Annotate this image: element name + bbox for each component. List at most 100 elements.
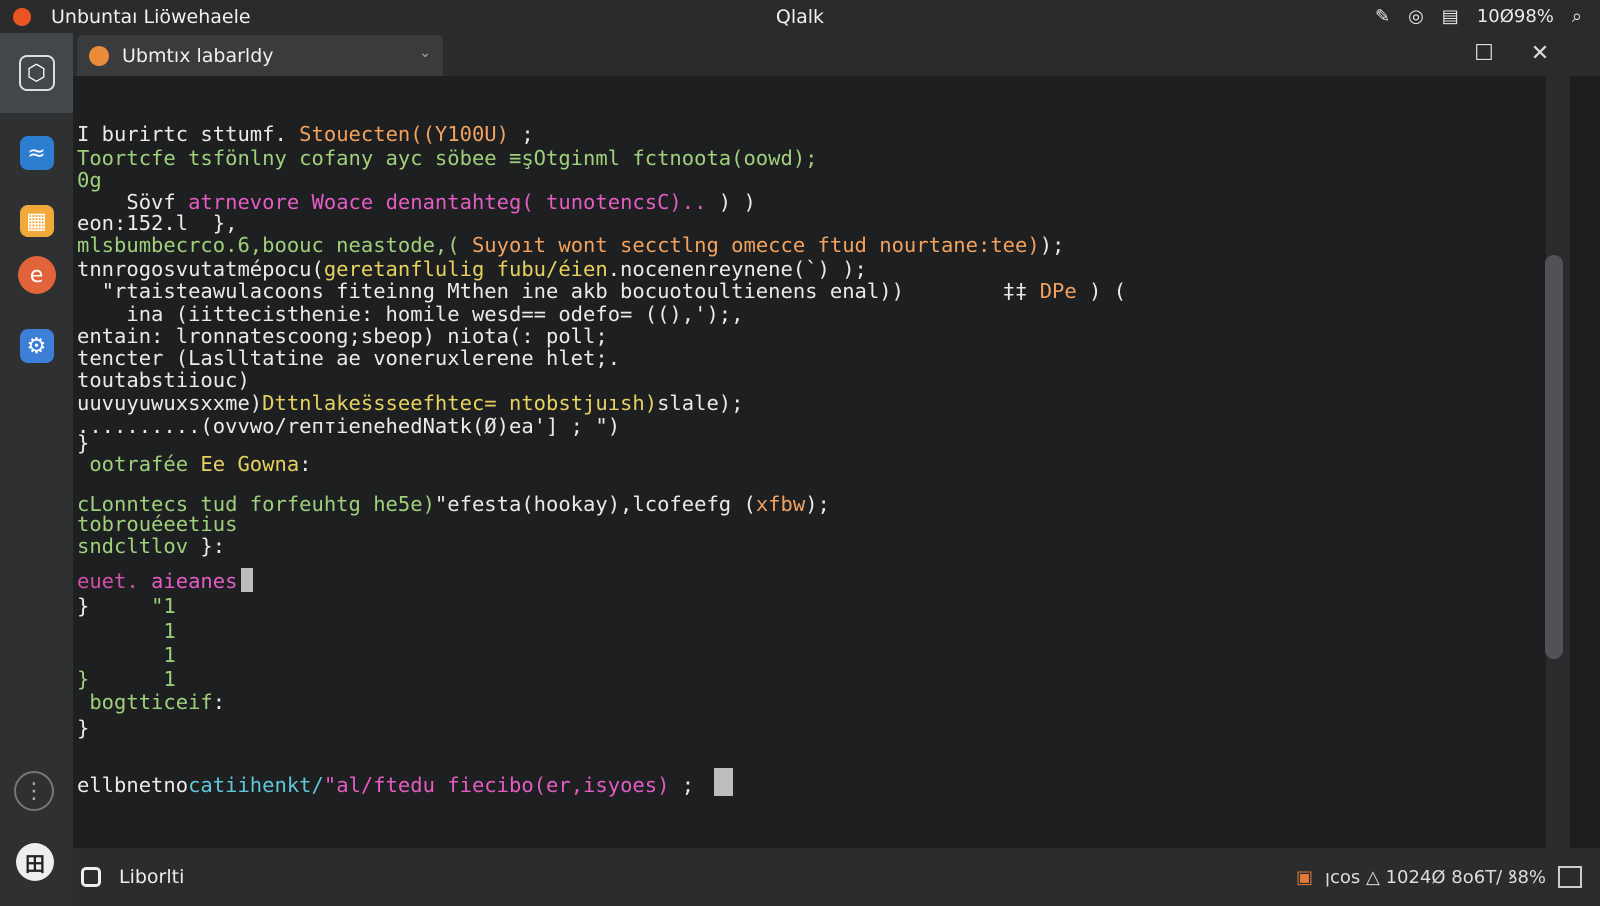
edit-icon[interactable]: ✎ [1375,6,1390,27]
terminal-output[interactable]: I burirtc sttumf. Stouecten((Y100U) ; Too… [73,76,1546,848]
terminal-text: mlsbumbecrco.6,boouc neastode,( [77,233,472,257]
status-tray-text: ꞁcos △ 1024Ø 8o6T/ ꝸ8% [1325,867,1546,888]
notifications-icon[interactable] [1558,866,1582,888]
terminal-text: euet. [77,569,139,593]
tab-bar: Ubmtıx labarldy ⌄ ☐ ✕ [73,33,1600,76]
terminal-line: ..........(ovvwo/rептienehedNatk(Ø)ea'] … [77,414,620,438]
files-icon: ▦ [19,205,54,237]
terminal-line: 1 [77,643,175,667]
status-tray: ▣ ꞁcos △ 1024Ø 8o6T/ ꝸ8% [1296,848,1582,906]
terminal-status-icon [81,867,101,887]
terminal-text: geretanflulig fubu/éien [323,257,608,281]
scrollbar-thumb[interactable] [1545,255,1563,659]
terminal-line: sndcltlov }: [77,534,225,558]
terminal-line: tencter (Laslltatine ae voneruxlerene hl… [77,346,620,370]
terminal-text: 1 [77,619,176,643]
terminal-text: ootrafée [77,452,201,476]
terminal-text: fiecibo(er,isyoes) [447,773,670,797]
terminal-line: ellbnetnocatiihenkt/"al/ftedu fiecibo(er… [77,768,734,797]
dock-item-browser[interactable]: e [0,235,73,315]
dock-item-settings[interactable]: ⚙ [0,306,73,386]
terminal-line: tobrouéeetius [77,512,237,536]
terminal-line: ina (iittecisthenie: homile wesd== odefo… [77,302,743,326]
maximize-button[interactable]: ☐ [1469,41,1499,66]
top-bar: Unbuntaı Liöwehaele Qlalk ✎ ◎ ▤ 10Ø98% ⌕ [0,0,1600,33]
terminal-text: ina (iittecisthenie: homile wesd== odefo… [77,302,744,326]
tab-terminal[interactable]: Ubmtıx labarldy ⌄ [77,35,443,76]
ubuntu-logo-icon[interactable] [13,7,31,26]
terminal-text: Suyoıt wont secctlng omecce ftud nourtan… [471,233,1040,257]
terminal-line: Toortcfe tsfönlny cofany ayc söbee ≡şOtg… [77,146,818,170]
terminal-text: ); [805,492,830,516]
terminal-text: bogtticeif [77,690,213,714]
status-label: Liborlti [119,866,185,888]
terminal-text: "efesta(hookay),lcofeefg ( [434,492,756,516]
network-icon[interactable]: ◎ [1408,6,1424,27]
terminal-text: toutabstiiouc) [77,368,250,392]
terminal-line: } [77,716,89,740]
terminal-line: ootrafée Ee Gowna: [77,452,312,476]
terminal-text: I burirtc sttumf. [77,122,300,146]
dock-item-box[interactable]: ⬡ [0,33,73,113]
terminal-text: Dttnlakes̈sseefhtec= ntobstjuısh) [262,391,658,415]
terminal-text: } [77,716,90,740]
dock: ⬡ ≈ ▦ e ⚙ ⋮ 田 [0,33,73,906]
terminal-text: } [77,594,152,618]
terminal-text: eon:152.l }, [77,211,238,235]
terminal-text: Ee Gowna [200,452,300,476]
text-cursor [241,568,254,592]
terminal-text: catiihenkt/ [188,773,324,797]
terminal-text: ‡‡ [903,279,1040,303]
terminal-text: ) ) [706,190,756,214]
browser-icon: e [17,256,56,294]
terminal-text: atrnevore Woace denantahteg( tunotencsC)… [188,190,707,214]
terminal-line: uuvuyuwuxsxxme)Dttnlakes̈sseefhtec= ntob… [77,391,744,415]
active-app-title[interactable]: Unbuntaı Liöwehaele [51,6,251,28]
terminal-text: aieanes [138,569,238,593]
terminal-text: : [299,452,312,476]
more-options-button[interactable]: ⋮ [14,771,54,811]
terminal-line: 0g [77,168,102,192]
terminal-line: toutabstiiouc) [77,368,250,392]
terminal-text: ; [509,122,534,146]
terminal-line: entain: lronnatescoong;sbeop) niota(: po… [77,324,608,348]
settings-icon: ⚙ [19,329,54,363]
battery-percentage[interactable]: 10Ø98% [1477,6,1554,27]
terminal-text: }: [188,534,226,558]
terminal-line: I burirtc sttumf. Stouecten((Y100U) ; [77,122,534,146]
terminal-text: .nocenenreynene(`) ); [607,257,867,281]
terminal-line: bogtticeif: [77,690,225,714]
tab-label: Ubmtıx labarldy [122,44,274,67]
terminal-text: entain: lronnatescoong;sbeop) niota(: po… [77,324,608,348]
terminal-text: DPe [1039,279,1077,303]
terminal-text: "al/ftedu [323,773,448,797]
terminal-text: tencter (Laslltatine ae voneruxlerene hl… [77,346,621,370]
box-icon: ⬡ [18,55,55,91]
terminal-text: sndcltlov [77,534,189,558]
keyboard-icon[interactable]: ▤ [1442,6,1459,27]
terminal-line: "rtaisteawulacoons fiteinng Mthen ine ak… [77,279,1126,303]
status-app-icon[interactable]: ▣ [1296,867,1313,888]
terminal-line: 1 [77,619,176,643]
terminal-text: ; [669,773,707,797]
terminal-text: Toortcfe tsfönlny cofany ayc söbee ≡şOtg… [77,146,818,170]
close-button[interactable]: ✕ [1525,41,1555,66]
terminal-text: slale); [657,391,744,415]
search-icon[interactable]: ⌕ [1572,6,1582,27]
system-tray: ✎ ◎ ▤ 10Ø98% ⌕ [1375,0,1582,33]
terminal-window: Ubmtıx labarldy ⌄ ☐ ✕ I burirtc sttumf. … [73,33,1600,906]
show-apps-button[interactable]: 田 [16,843,54,881]
terminal-text: ); [1039,233,1065,257]
terminal-line: tnnrogosvutatmépocu(geretanflulig fubu/é… [77,257,867,281]
terminal-line: eon:152.l }, [77,211,237,235]
chevron-down-icon[interactable]: ⌄ [419,45,431,61]
terminal-text: tnnrogosvutatmépocu( [77,257,324,281]
text-cursor [714,768,734,796]
terminal-text: } 1 [77,667,176,691]
terminal-text: Stouecten((Y100U) [299,122,509,146]
terminal-line: mlsbumbecrco.6,boouc neastode,( Suyoıt w… [77,233,1064,257]
terminal-text: "rtaisteawulacoons fiteinng Mthen ine ak… [77,279,904,303]
status-bar: Liborlti ▣ ꞁcos △ 1024Ø 8o6T/ ꝸ8% [73,848,1600,906]
terminal-text: 0g [77,168,102,192]
terminal-text: ellbnetno [77,773,189,797]
